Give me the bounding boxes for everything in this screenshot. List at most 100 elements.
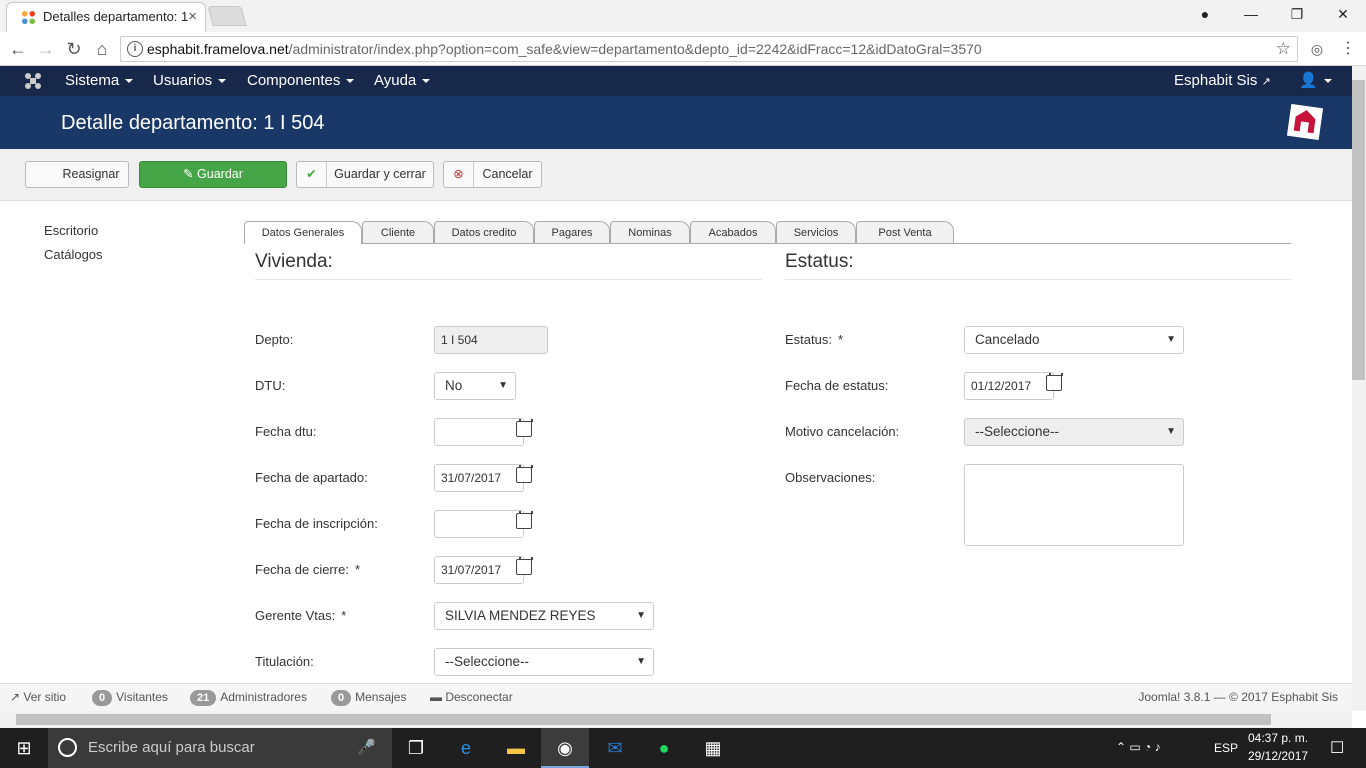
- outlook-icon[interactable]: ✉: [591, 728, 639, 768]
- tab-post-venta[interactable]: Post Venta: [856, 221, 954, 243]
- home-button[interactable]: ⌂: [90, 37, 114, 61]
- fecha-dtu-label: Fecha dtu:: [255, 424, 317, 439]
- desconectar-link[interactable]: ▬ Desconectar: [430, 690, 513, 704]
- task-view-icon[interactable]: ❐: [392, 728, 440, 768]
- taskbar-search[interactable]: Escribe aquí para buscar 🎤: [48, 728, 392, 768]
- calculator-icon[interactable]: ▦: [689, 728, 737, 768]
- menu-usuarios[interactable]: Usuarios: [153, 66, 227, 96]
- cancelar-button[interactable]: ⊗ Cancelar: [443, 161, 542, 188]
- notifications-icon[interactable]: ☐: [1330, 738, 1344, 758]
- guardar-button[interactable]: ✎ Guardar: [139, 161, 287, 188]
- address-row: ← → ↻ ⌂ i esphabit.framelova.net/adminis…: [0, 32, 1366, 66]
- minus-icon: ▬: [430, 690, 442, 704]
- admins-link[interactable]: 21 Administradores: [190, 690, 307, 706]
- gerente-label: Gerente Vtas: *: [255, 608, 347, 623]
- url-bar[interactable]: i esphabit.framelova.net/administrator/i…: [120, 36, 1298, 62]
- fecha-inscripcion-field[interactable]: [434, 510, 524, 538]
- fecha-inscripcion-label: Fecha de inscripción:: [255, 516, 378, 531]
- maximize-button[interactable]: ❐: [1274, 0, 1320, 30]
- back-button[interactable]: ←: [6, 37, 30, 61]
- external-link-icon: ↗: [1261, 76, 1271, 88]
- reasignar-button[interactable]: Reasignar: [25, 161, 129, 188]
- calendar-icon[interactable]: [516, 511, 533, 529]
- sidebar-item-escritorio[interactable]: Escritorio: [44, 223, 98, 238]
- windows-start-icon[interactable]: ⊞: [0, 728, 48, 768]
- extension-icon[interactable]: ◎: [1305, 37, 1329, 61]
- calendar-icon[interactable]: [1046, 373, 1063, 391]
- browser-tab-title: Detalles departamento: 1: [43, 9, 189, 24]
- admin-status-bar: ↗ Ver sitio 0 Visitantes 21 Administradore…: [0, 683, 1352, 711]
- browser-tab[interactable]: Detalles departamento: 1 ×: [6, 2, 206, 32]
- titulacion-select[interactable]: --Seleccione-- ▼: [434, 648, 654, 676]
- depto-field: 1 I 504: [434, 326, 548, 354]
- close-window-button[interactable]: ✕: [1320, 0, 1366, 30]
- motivo-select[interactable]: --Seleccione-- ▼: [964, 418, 1184, 446]
- tab-servicios[interactable]: Servicios: [776, 221, 856, 243]
- clock-time[interactable]: 04:37 p. m.: [1248, 731, 1308, 745]
- chrome-icon[interactable]: ◉: [541, 728, 589, 768]
- fecha-dtu-field[interactable]: [434, 418, 524, 446]
- url-path: /administrator/index.php?option=com_safe…: [288, 41, 982, 57]
- motivo-label: Motivo cancelación:: [785, 424, 900, 439]
- chevron-down-icon: ▼: [636, 656, 646, 667]
- tab-pagares[interactable]: Pagares: [534, 221, 610, 243]
- bookmark-star-icon[interactable]: ☆: [1276, 37, 1291, 61]
- language-indicator[interactable]: ESP: [1214, 741, 1238, 755]
- close-tab-icon[interactable]: ×: [188, 8, 197, 25]
- horizontal-scroll-thumb[interactable]: [16, 714, 1271, 725]
- observaciones-textarea[interactable]: [964, 464, 1184, 546]
- calendar-icon[interactable]: [516, 557, 533, 575]
- estatus-select[interactable]: Cancelado ▼: [964, 326, 1184, 354]
- tab-acabados[interactable]: Acabados: [690, 221, 776, 243]
- menu-icon[interactable]: ⋮: [1336, 37, 1360, 61]
- ver-sitio-link[interactable]: ↗ Ver sitio: [10, 690, 66, 704]
- fecha-estatus-label: Fecha de estatus:: [785, 378, 889, 393]
- visitantes-link[interactable]: 0 Visitantes: [92, 690, 168, 706]
- gerente-select[interactable]: SILVIA MENDEZ REYES ▼: [434, 602, 654, 630]
- dtu-label: DTU:: [255, 378, 286, 393]
- depto-label: Depto:: [255, 332, 294, 347]
- calendar-icon[interactable]: [516, 465, 533, 483]
- forward-button[interactable]: →: [34, 37, 58, 61]
- site-link[interactable]: Esphabit Sis ↗: [1174, 66, 1271, 96]
- calendar-icon[interactable]: [516, 419, 533, 437]
- fecha-cierre-field[interactable]: 31/07/2017: [434, 556, 524, 584]
- fecha-apartado-label: Fecha de apartado:: [255, 470, 368, 485]
- chevron-down-icon: ▼: [1166, 426, 1176, 437]
- vertical-scroll-thumb[interactable]: [1352, 80, 1365, 380]
- page-title: Detalle departamento: 1 I 504: [61, 112, 325, 134]
- fecha-estatus-field[interactable]: 01/12/2017: [964, 372, 1054, 400]
- mensajes-link[interactable]: 0 Mensajes: [331, 690, 406, 706]
- chevron-down-icon: ▼: [636, 610, 646, 621]
- tab-datos-credito[interactable]: Datos credito: [434, 221, 534, 243]
- tray-icons[interactable]: ⌃ ▭ ◔ ♪: [1116, 740, 1161, 754]
- tab-cliente[interactable]: Cliente: [362, 221, 434, 243]
- tab-datos-generales[interactable]: Datos Generales: [244, 221, 362, 244]
- joomla-logo-icon[interactable]: [24, 72, 42, 90]
- titulacion-label: Titulación:: [255, 654, 314, 669]
- menu-componentes[interactable]: Componentes: [247, 66, 355, 96]
- reload-button[interactable]: ↻: [62, 37, 86, 61]
- menu-ayuda[interactable]: Ayuda: [374, 66, 431, 96]
- sidebar-item-catalogos[interactable]: Catálogos: [44, 247, 103, 262]
- dtu-select[interactable]: No ▼: [434, 372, 516, 400]
- minimize-button[interactable]: —: [1228, 0, 1274, 30]
- user-icon: 👤: [1299, 72, 1318, 89]
- section-divider: [785, 279, 1291, 280]
- fecha-apartado-field[interactable]: 31/07/2017: [434, 464, 524, 492]
- file-explorer-icon[interactable]: ▬: [492, 728, 540, 768]
- new-tab-button[interactable]: [207, 6, 247, 26]
- menu-sistema[interactable]: Sistema: [65, 66, 134, 96]
- site-info-icon[interactable]: i: [127, 41, 143, 57]
- spotify-icon[interactable]: ●: [640, 728, 688, 768]
- profile-icon[interactable]: ●: [1182, 0, 1228, 30]
- clock-date[interactable]: 29/12/2017: [1248, 749, 1308, 763]
- edge-icon[interactable]: e: [442, 728, 490, 768]
- guardar-cerrar-button[interactable]: ✔ Guardar y cerrar: [296, 161, 434, 188]
- cortana-icon: [58, 738, 77, 757]
- user-menu[interactable]: 👤: [1299, 66, 1332, 96]
- tab-nominas[interactable]: Nominas: [610, 221, 690, 243]
- estatus-label: Estatus: *: [785, 332, 844, 347]
- joomla-favicon-icon: [21, 10, 36, 25]
- microphone-icon: 🎤: [357, 739, 376, 756]
